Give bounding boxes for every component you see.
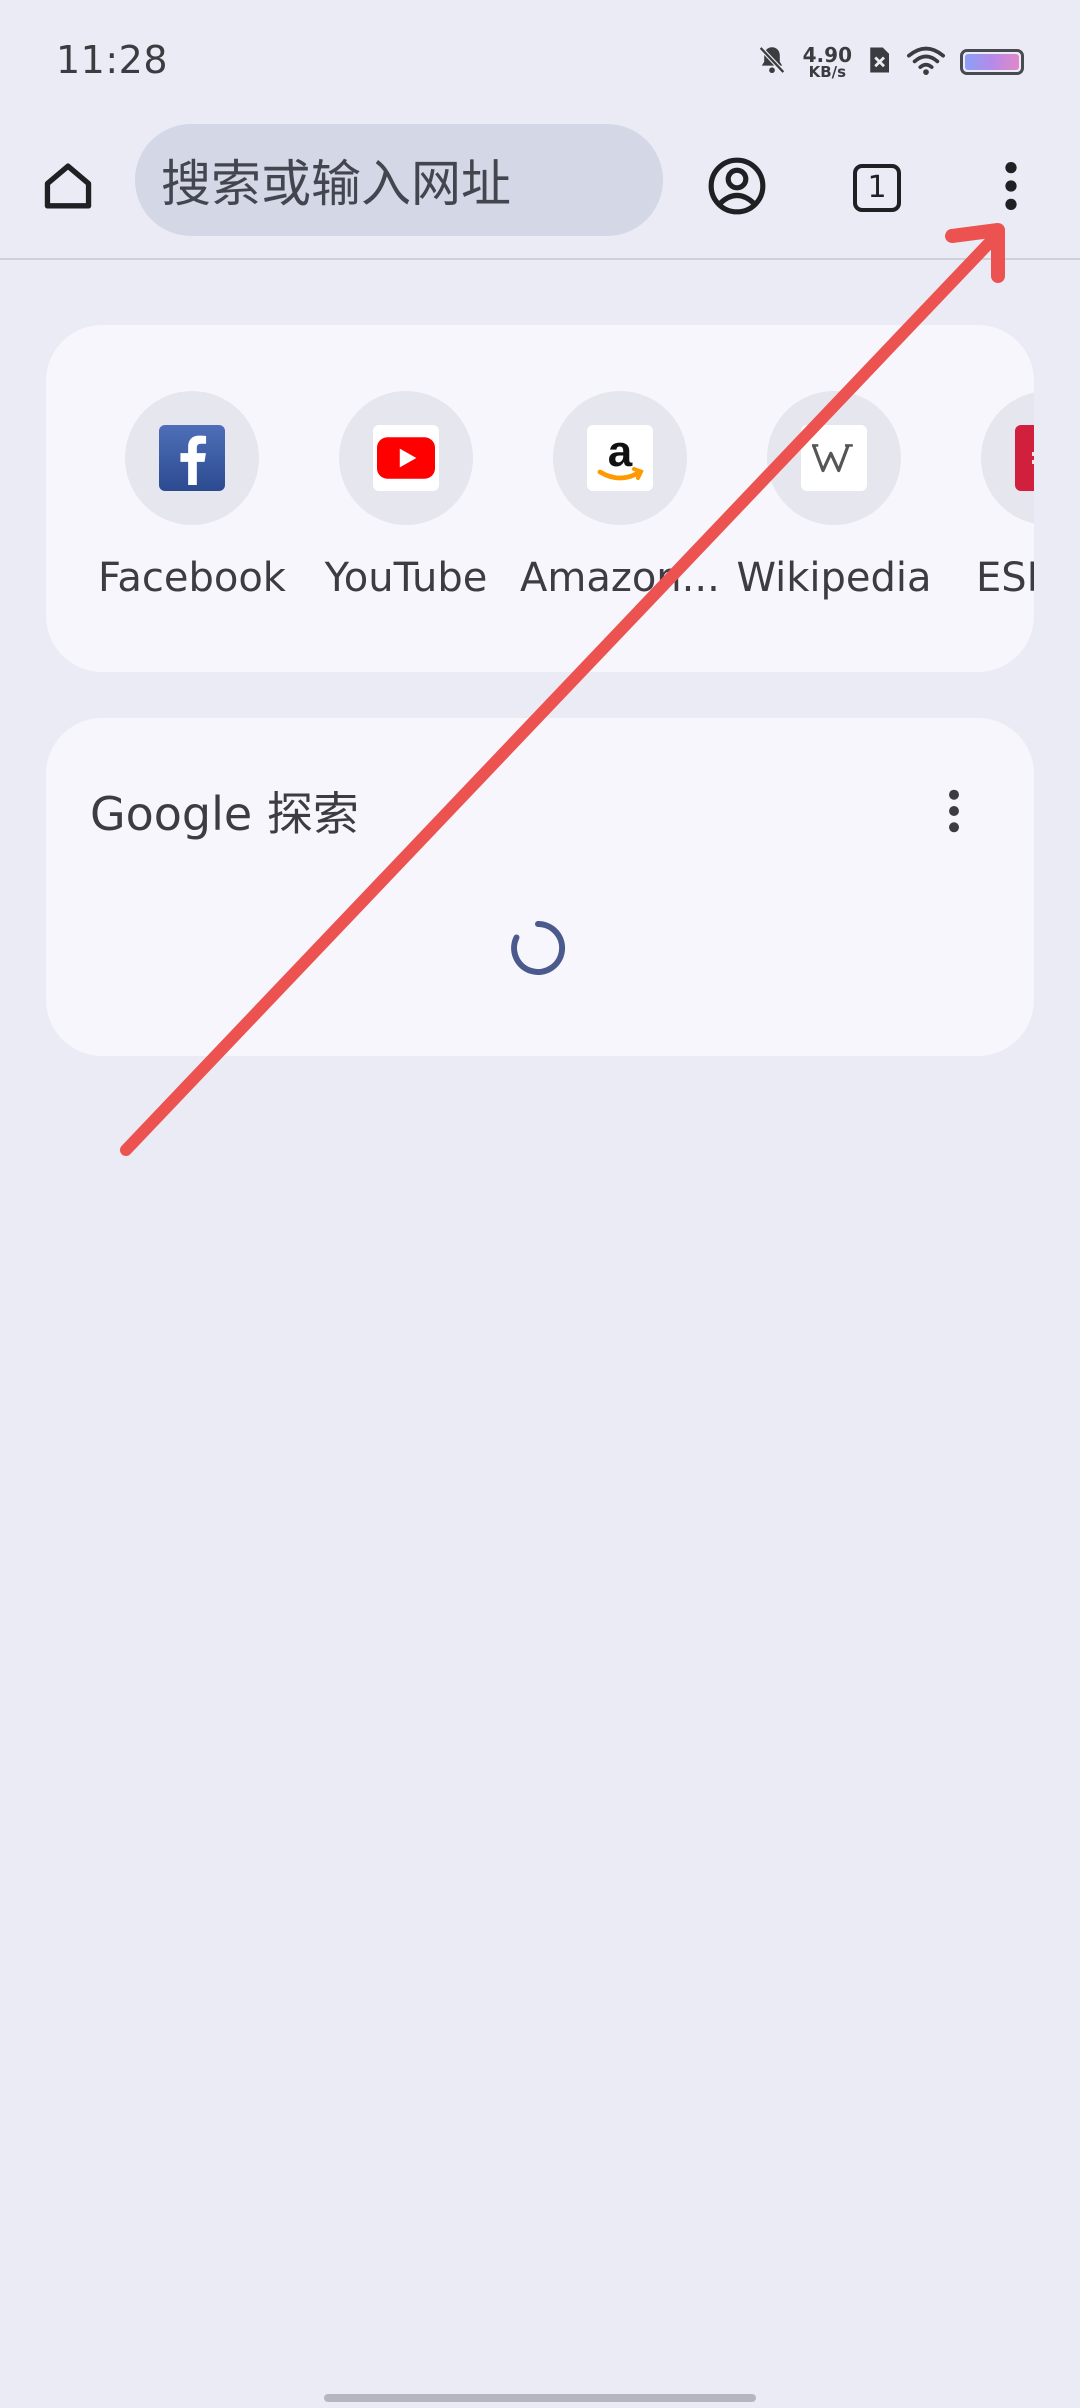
youtube-icon (373, 425, 439, 491)
home-indicator[interactable] (324, 2394, 756, 2402)
shortcut-label: Facebook (98, 555, 286, 601)
loading-spinner-icon (506, 916, 570, 980)
google-discover-card: Google 探索 (46, 718, 1034, 1056)
shortcut-label: YouTube (324, 555, 488, 601)
shortcut-icon-circle (981, 391, 1034, 525)
google-discover-menu-button[interactable] (934, 778, 974, 848)
omnibox-placeholder: 搜索或输入网址 (161, 155, 511, 213)
amazon-icon: a (587, 425, 653, 491)
browser-toolbar: 搜索或输入网址 1 (0, 120, 1080, 260)
status-bar: 11:28 4.90 KB/s (0, 0, 1080, 120)
tab-count: 1 (867, 170, 887, 205)
wifi-icon (906, 44, 946, 80)
espn-icon (1015, 425, 1034, 491)
tab-switcher-button[interactable]: 1 (837, 148, 917, 228)
bell-muted-icon (755, 42, 789, 82)
shortcut-tile-amazon[interactable]: a Amazon.... (520, 391, 720, 601)
network-speed-unit: KB/s (808, 62, 847, 81)
shortcut-icon-circle: a (553, 391, 687, 525)
more-vert-icon (1001, 160, 1021, 216)
shortcut-tile-espn[interactable]: ESPN (948, 391, 1034, 601)
status-time: 11:28 (56, 38, 169, 82)
more-menu-button[interactable] (971, 148, 1051, 228)
shortcut-label: ESPN (976, 555, 1034, 601)
facebook-icon (159, 425, 225, 491)
shortcut-icon-circle (125, 391, 259, 525)
tab-switcher-icon: 1 (853, 164, 901, 212)
status-icons: 4.90 KB/s (755, 40, 1024, 84)
more-vert-icon (946, 788, 962, 838)
shortcut-label: Wikipedia (736, 555, 932, 601)
home-button[interactable] (28, 148, 108, 228)
omnibox[interactable]: 搜索或输入网址 (135, 124, 663, 236)
wikipedia-icon (801, 425, 867, 491)
account-button[interactable] (697, 148, 777, 228)
no-sim-icon (866, 45, 892, 79)
google-discover-title: Google 探索 (90, 787, 359, 841)
svg-text:a: a (608, 428, 633, 476)
shortcut-label: Amazon.... (520, 555, 720, 601)
battery-icon (960, 49, 1024, 75)
home-icon (38, 157, 98, 219)
shortcut-tile-facebook[interactable]: Facebook (92, 391, 292, 601)
shortcut-tile-wikipedia[interactable]: Wikipedia (734, 391, 934, 601)
shortcuts-card: Facebook YouTube a Amazon.... Wikipedia … (46, 325, 1034, 672)
account-icon (706, 155, 768, 221)
battery-level (965, 54, 1019, 70)
shortcut-icon-circle (767, 391, 901, 525)
shortcut-icon-circle (339, 391, 473, 525)
network-speed: 4.90 KB/s (803, 45, 852, 80)
shortcut-tile-youtube[interactable]: YouTube (306, 391, 506, 601)
network-speed-value: 4.90 (802, 42, 852, 67)
